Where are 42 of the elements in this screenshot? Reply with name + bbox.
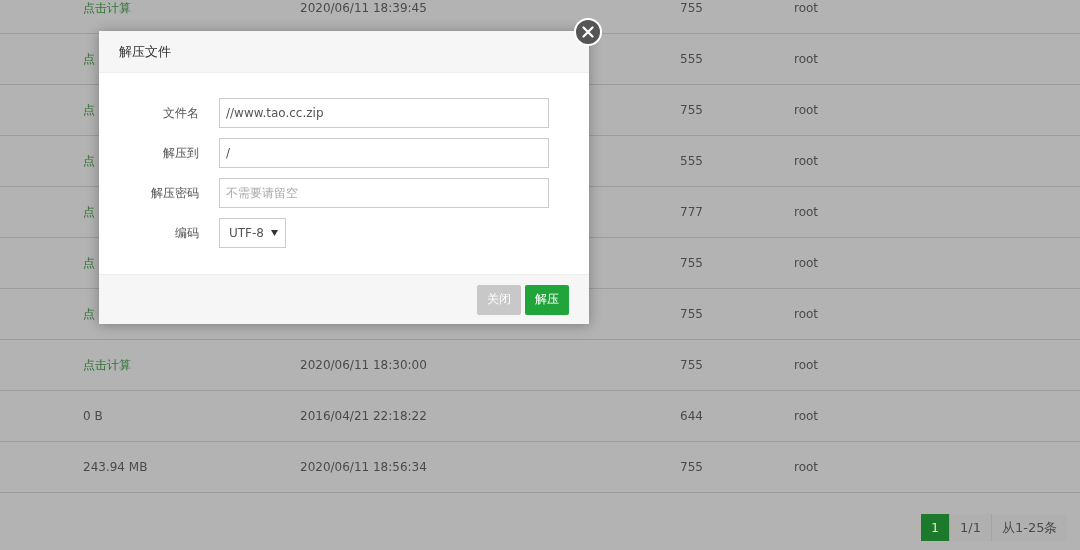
close-button[interactable] <box>574 18 602 46</box>
extract-button[interactable]: 解压 <box>525 284 569 315</box>
field-label: 解压密码 <box>150 184 200 202</box>
page-button[interactable]: 1 <box>921 514 949 541</box>
field-label: 编码 <box>174 224 200 242</box>
owner-cell-text: root <box>794 409 820 423</box>
permission-cell-text: 755 <box>680 358 704 372</box>
encoding-select[interactable]: UTF-8 <box>219 218 286 248</box>
size-cell-text: 0 B <box>83 409 104 423</box>
permission-cell-text: 644 <box>680 409 704 423</box>
permission-cell-text: 755 <box>680 256 704 270</box>
permission-cell-text: 555 <box>680 154 704 168</box>
owner-cell-text: root <box>794 154 820 168</box>
calculate-link[interactable]: 点击计算 <box>83 0 300 17</box>
permission-cell-text: 777 <box>680 205 704 219</box>
calculate-link[interactable]: 点击计算 <box>83 356 300 374</box>
date-cell-text: 2020/06/11 18:56:34 <box>300 460 428 474</box>
field-label: 解压到 <box>162 144 200 162</box>
date-cell-text: 2016/04/21 22:18:22 <box>300 409 428 423</box>
owner-cell-text: root <box>794 307 820 321</box>
owner-cell-text: root <box>794 256 820 270</box>
owner-cell-text: root <box>794 52 820 66</box>
owner-cell-text: root <box>794 460 820 474</box>
input-field[interactable]: / <box>219 138 549 168</box>
input-field[interactable]: //www.tao.cc.zip <box>219 98 549 128</box>
permission-cell-text: 555 <box>680 52 704 66</box>
owner-cell-text: root <box>794 205 820 219</box>
permission-cell-text: 755 <box>680 103 704 117</box>
date-cell-text: 2020/06/11 18:39:45 <box>300 1 428 15</box>
size-cell-text: 243.94 MB <box>83 460 149 474</box>
owner-cell-text: root <box>794 1 820 15</box>
dialog-title: 解压文件 <box>119 42 171 61</box>
caret-icon <box>271 230 278 236</box>
input-field[interactable]: 不需要请留空 <box>219 178 549 208</box>
close-icon <box>582 26 594 38</box>
permission-cell-text: 755 <box>680 307 704 321</box>
permission-cell-text: 755 <box>680 1 704 15</box>
permission-cell-text: 755 <box>680 460 704 474</box>
field-label: 文件名 <box>162 104 200 122</box>
date-cell-text: 2020/06/11 18:30:00 <box>300 358 428 372</box>
owner-cell-text: root <box>794 358 820 372</box>
owner-cell-text: root <box>794 103 820 117</box>
